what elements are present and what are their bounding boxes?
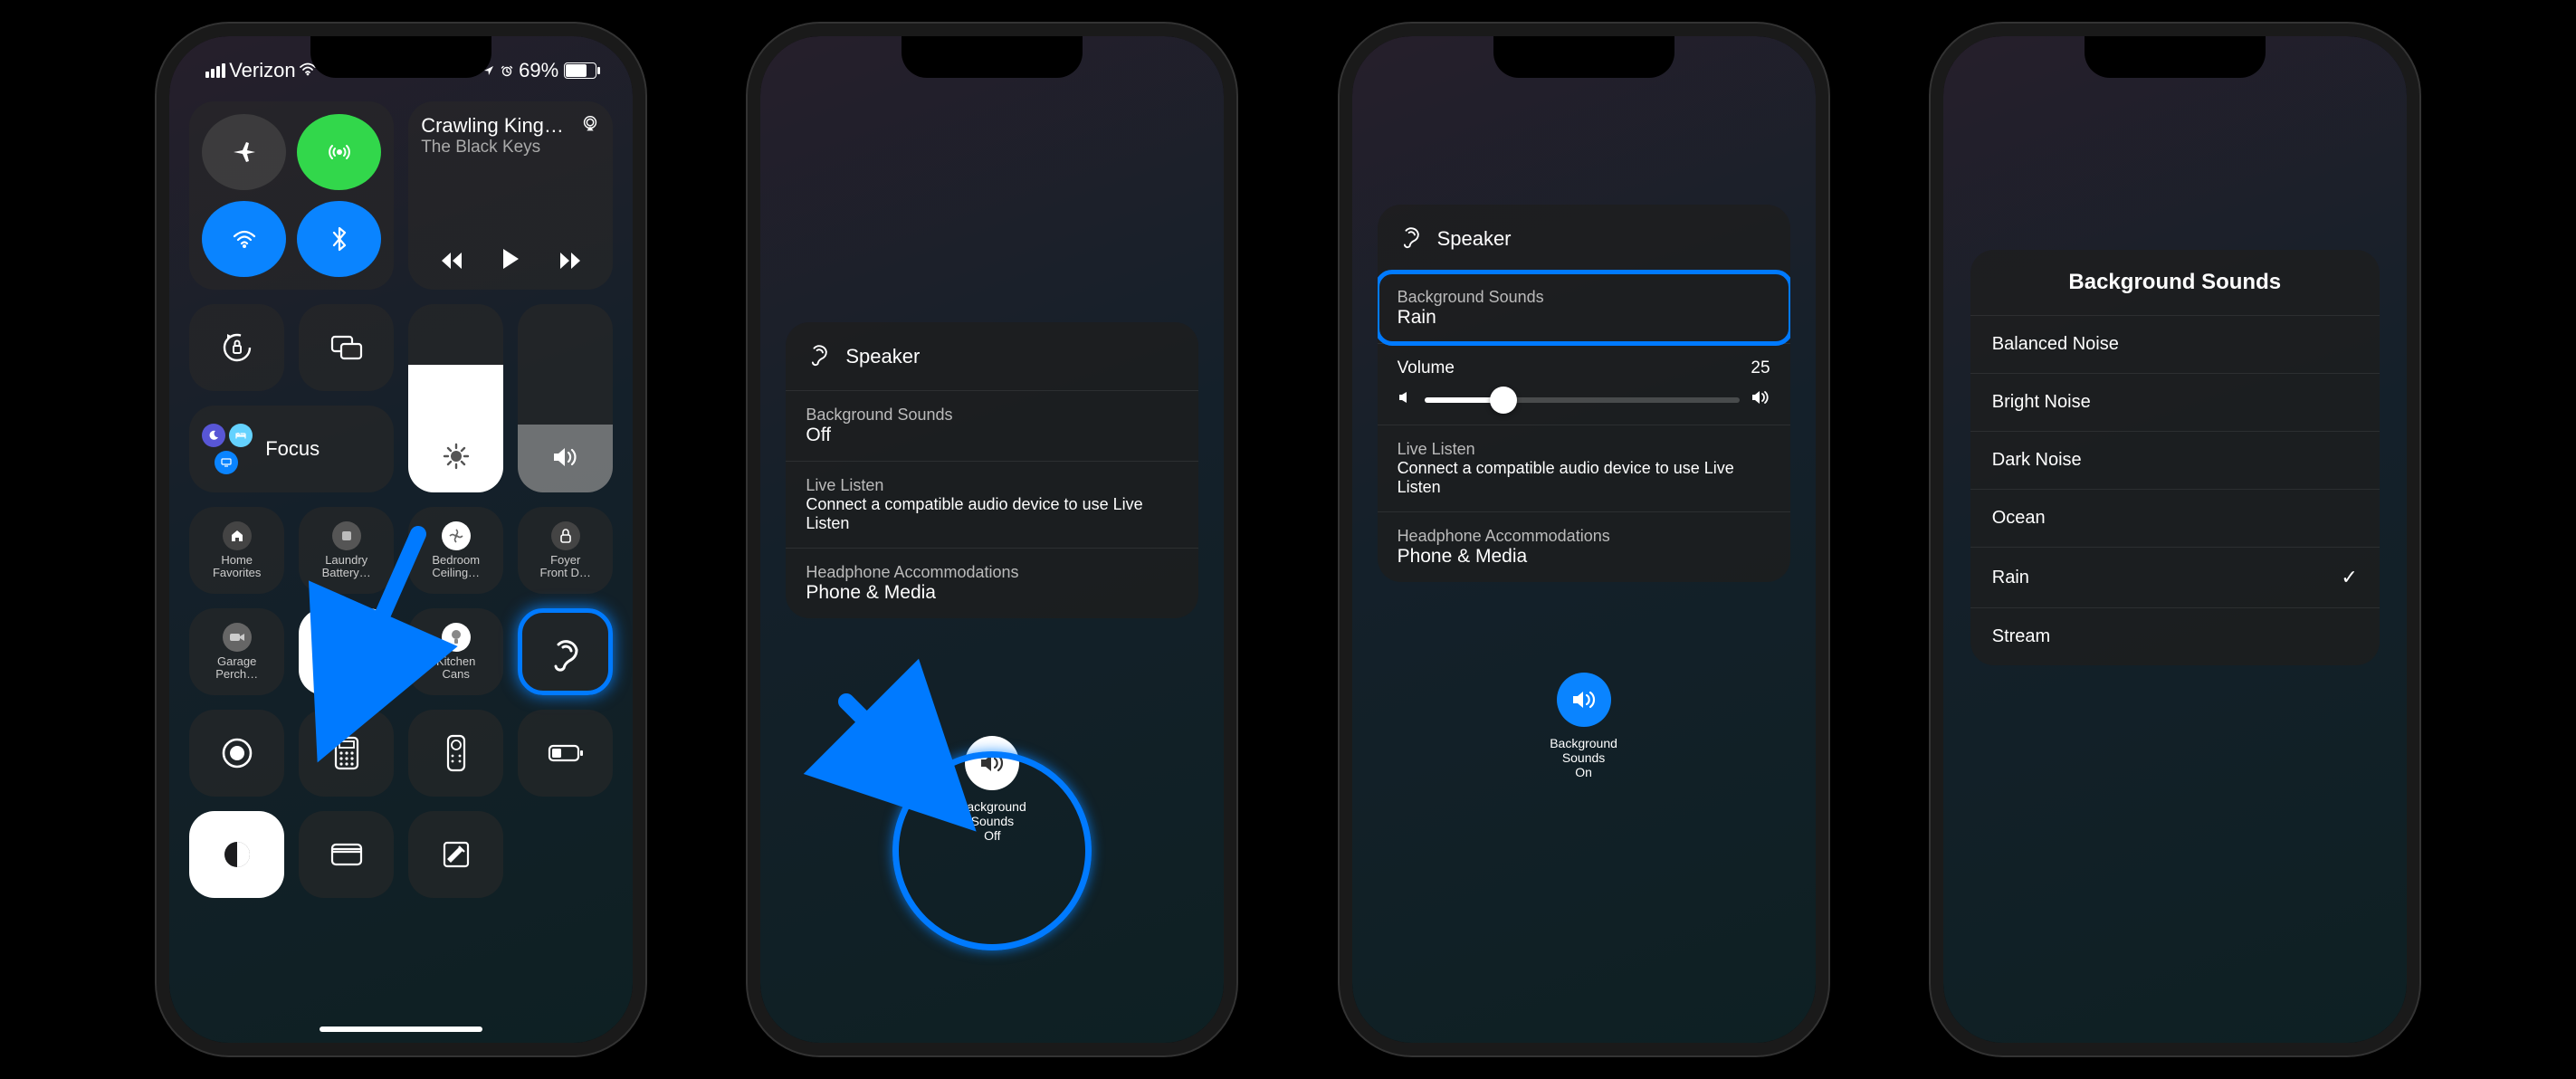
screen-mirroring-button[interactable]: [299, 304, 394, 391]
display-icon: [215, 451, 238, 474]
volume-row: Volume 25: [1378, 343, 1790, 425]
volume-slider[interactable]: [518, 304, 613, 492]
screen: Background Sounds Balanced Noise Bright …: [1943, 36, 2407, 1043]
orientation-lock-button[interactable]: [189, 304, 284, 391]
phone-hearing-on: Speaker Background Sounds Rain Volume 25: [1340, 24, 1828, 1055]
volume-value: 25: [1751, 358, 1770, 378]
hearing-button[interactable]: [518, 608, 613, 695]
notes-button[interactable]: [408, 811, 503, 898]
sensor-icon: [332, 521, 361, 550]
bg-sound-label: Background Sounds On: [1550, 736, 1617, 779]
background-sounds-toggle[interactable]: [1557, 673, 1611, 727]
background-sounds-toggle[interactable]: [965, 736, 1019, 790]
media-tile[interactable]: Crawling King… The Black Keys: [408, 101, 613, 290]
home-foyer-tile[interactable]: FoyerFront D…: [518, 507, 613, 594]
notch: [902, 36, 1083, 78]
moon-icon: [202, 424, 225, 447]
media-artist: The Black Keys: [421, 138, 564, 158]
battery-pct: 69%: [519, 59, 558, 82]
hearing-panel: Speaker Background Sounds Rain Volume 25: [1378, 205, 1790, 582]
bluetooth-button[interactable]: [297, 201, 381, 277]
list-title: Background Sounds: [1970, 250, 2380, 315]
next-track-button[interactable]: [558, 248, 582, 277]
fan-icon: [442, 521, 471, 550]
cellular-data-button[interactable]: [297, 114, 381, 190]
screen: Speaker Background Sounds Rain Volume 25: [1352, 36, 1816, 1043]
speaker-label: Speaker: [1437, 227, 1512, 251]
lock-icon: [551, 521, 580, 550]
home-bedroom-tile[interactable]: BedroomCeiling…: [408, 507, 503, 594]
focus-label: Focus: [265, 437, 320, 461]
volume-label: Volume: [1398, 358, 1455, 378]
alarm-icon: [501, 59, 513, 82]
background-sounds-row[interactable]: Background Sounds Off: [786, 390, 1198, 461]
battery-icon: [564, 62, 596, 79]
screen-record-button[interactable]: [189, 710, 284, 797]
carrier-label: Verizon: [229, 59, 295, 82]
phone-sound-list: Background Sounds Balanced Noise Bright …: [1931, 24, 2419, 1055]
low-power-mode-button[interactable]: [518, 710, 613, 797]
live-listen-row[interactable]: Live Listen Connect a compatible audio d…: [786, 461, 1198, 548]
sound-option-dark[interactable]: Dark Noise: [1970, 431, 2380, 489]
sound-option-rain[interactable]: Rain✓: [1970, 547, 2380, 607]
sound-option-balanced[interactable]: Balanced Noise: [1970, 315, 2380, 373]
wifi-button[interactable]: [202, 201, 286, 277]
thermostat-icon: 74°: [332, 623, 361, 652]
home-kitchen-tile[interactable]: KitchenCans: [408, 608, 503, 695]
light-icon: [442, 623, 471, 652]
sound-option-bright[interactable]: Bright Noise: [1970, 373, 2380, 431]
brightness-slider[interactable]: [408, 304, 503, 492]
play-button[interactable]: [501, 247, 520, 277]
sound-option-ocean[interactable]: Ocean: [1970, 489, 2380, 547]
sound-list-panel: Background Sounds Balanced Noise Bright …: [1970, 250, 2380, 665]
notch: [310, 36, 491, 78]
panel-header: Speaker: [1378, 205, 1790, 272]
bed-icon: [229, 424, 253, 447]
home-hallway-tile[interactable]: 74° Hallwayecobee: [299, 608, 394, 695]
screen: Verizon 69%: [169, 36, 633, 1043]
volume-max-icon: [1751, 389, 1770, 410]
airplay-icon[interactable]: [580, 114, 600, 138]
checkmark-icon: ✓: [2341, 566, 2357, 589]
home-favorites-tile[interactable]: HomeFavorites: [189, 507, 284, 594]
headphone-accommodations-row[interactable]: Headphone Accommodations Phone & Media: [1378, 511, 1790, 582]
focus-button[interactable]: Focus: [189, 406, 394, 492]
focus-icon-stack: [202, 424, 253, 474]
headphone-accommodations-row[interactable]: Headphone Accommodations Phone & Media: [786, 548, 1198, 618]
ear-icon: [1398, 223, 1425, 254]
control-center-grid: Crawling King… The Black Keys: [184, 91, 618, 1043]
ear-icon: [806, 340, 833, 372]
prev-track-button[interactable]: [440, 248, 463, 277]
dark-mode-button[interactable]: [189, 811, 284, 898]
screen: Speaker Background Sounds Off Live Liste…: [760, 36, 1224, 1043]
background-sounds-row[interactable]: Background Sounds Rain: [1378, 272, 1790, 343]
notch: [2085, 36, 2266, 78]
calculator-button[interactable]: [299, 710, 394, 797]
phone-hearing-off: Speaker Background Sounds Off Live Liste…: [748, 24, 1236, 1055]
bg-sound-label: Background Sounds Off: [959, 799, 1026, 843]
speaker-label: Speaker: [845, 345, 920, 368]
apple-tv-remote-button[interactable]: [408, 710, 503, 797]
live-listen-row[interactable]: Live Listen Connect a compatible audio d…: [1378, 425, 1790, 511]
wallet-button[interactable]: [299, 811, 394, 898]
volume-slider[interactable]: [1425, 397, 1740, 403]
brightness-icon: [443, 443, 470, 476]
panel-header: Speaker: [786, 322, 1198, 390]
media-title: Crawling King…: [421, 114, 564, 138]
notch: [1493, 36, 1674, 78]
phone-control-center: Verizon 69%: [157, 24, 645, 1055]
hearing-panel: Speaker Background Sounds Off Live Liste…: [786, 322, 1198, 618]
signal-bars-icon: [205, 63, 225, 78]
home-laundry-tile[interactable]: LaundryBattery…: [299, 507, 394, 594]
airplane-mode-button[interactable]: [202, 114, 286, 190]
sound-option-stream[interactable]: Stream: [1970, 607, 2380, 665]
connectivity-tile[interactable]: [189, 101, 394, 290]
volume-min-icon: [1398, 390, 1414, 409]
volume-icon: [551, 444, 580, 476]
home-indicator[interactable]: [320, 1026, 482, 1032]
home-garage-tile[interactable]: GaragePerch…: [189, 608, 284, 695]
home-icon: [223, 521, 252, 550]
camera-icon: [223, 623, 252, 652]
